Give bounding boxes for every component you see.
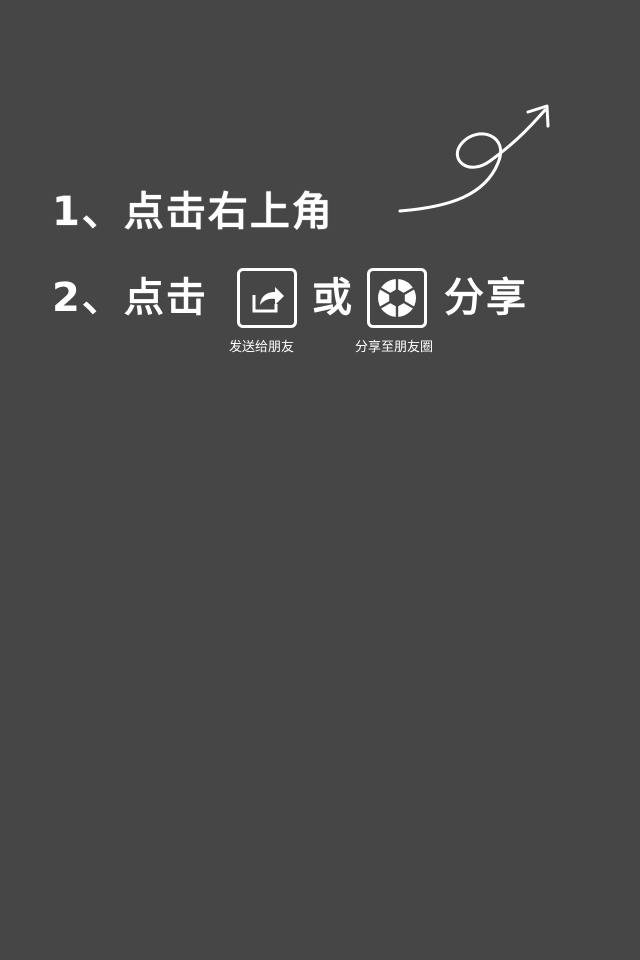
send-to-friend-caption: 发送给朋友 — [229, 340, 295, 355]
camera-aperture-icon — [378, 279, 416, 317]
step-1-text: 1、点击右上角 — [52, 189, 334, 235]
share-to-moments-button[interactable] — [367, 268, 427, 328]
curly-arrow-icon — [398, 104, 550, 213]
share-to-moments-caption: 分享至朋友圈 — [355, 340, 434, 355]
step-2-prefix-text: 2、点击 — [52, 275, 208, 321]
step-2-or-text: 或 — [312, 275, 352, 321]
share-forward-icon — [252, 287, 284, 313]
share-guide-overlay[interactable]: 1、点击右上角 2、点击 或 分享 发送给朋友 分享至朋友圈 — [0, 0, 640, 960]
step-2-share-text: 分享 — [444, 275, 528, 321]
send-to-friend-button[interactable] — [237, 268, 297, 328]
